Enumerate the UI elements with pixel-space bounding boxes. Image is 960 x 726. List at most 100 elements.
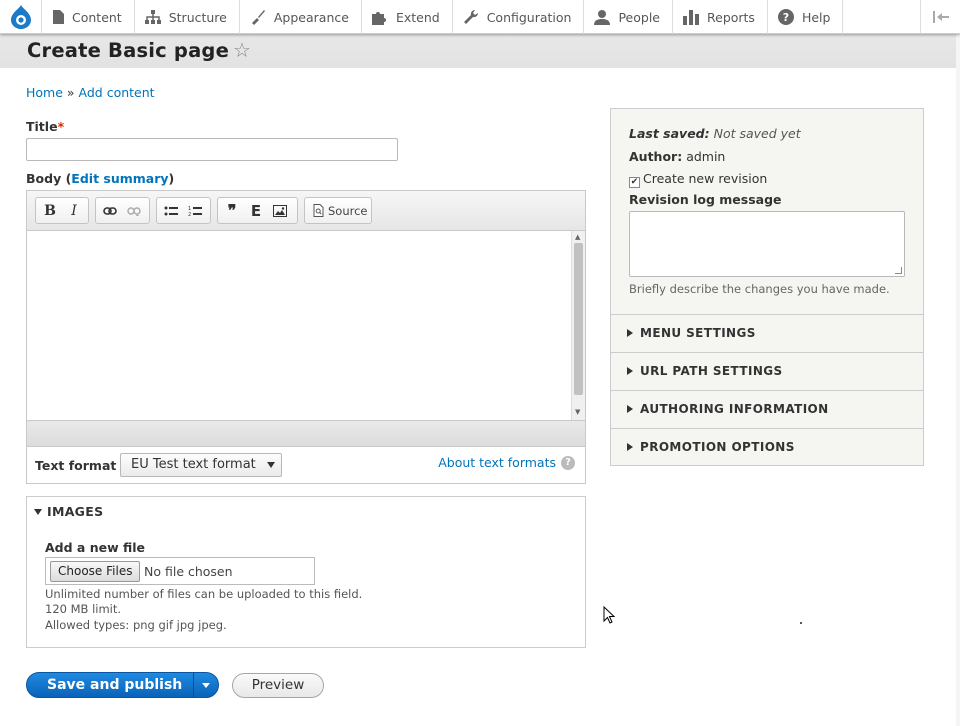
new-revision-checkbox[interactable]: ✔ bbox=[629, 177, 640, 188]
triangle-right-icon bbox=[627, 405, 633, 413]
file-input[interactable]: Choose Files No file chosen bbox=[45, 557, 315, 585]
editor-group-links bbox=[95, 197, 150, 224]
toolbar-item-label: Configuration bbox=[486, 9, 572, 25]
author-label: Author: bbox=[629, 149, 683, 164]
triangle-right-icon bbox=[627, 367, 633, 375]
url-path-settings-section[interactable]: URL PATH SETTINGS bbox=[611, 353, 923, 391]
body-editor: B I 12 ❞ E Source ▲ ▼ Text format EU Tes… bbox=[26, 190, 586, 484]
toolbar-item-people[interactable]: People bbox=[584, 0, 673, 34]
body-label-text: Body bbox=[26, 171, 62, 186]
body-paren-close: ) bbox=[168, 171, 175, 186]
toolbar-item-label: Reports bbox=[707, 9, 755, 25]
embed-button[interactable]: E bbox=[244, 200, 268, 222]
svg-text:2: 2 bbox=[188, 212, 191, 217]
text-format-select[interactable]: EU Test text format bbox=[120, 453, 282, 477]
authoring-information-section[interactable]: AUTHORING INFORMATION bbox=[611, 391, 923, 429]
body-label: Body (Edit summary) bbox=[26, 171, 174, 186]
toolbar-item-label: Structure bbox=[168, 9, 227, 25]
preview-button[interactable]: Preview bbox=[232, 673, 324, 698]
star-icon[interactable]: ☆ bbox=[233, 38, 251, 62]
link-icon[interactable] bbox=[98, 200, 122, 222]
last-saved: Last saved: Not saved yet bbox=[629, 126, 801, 141]
source-button[interactable]: Source bbox=[307, 204, 374, 218]
editor-statusbar bbox=[27, 420, 585, 447]
toolbar-item-structure[interactable]: Structure bbox=[135, 0, 240, 34]
source-button-label: Source bbox=[328, 203, 368, 218]
breadcrumb-add-content-link[interactable]: Add content bbox=[79, 85, 155, 100]
author: Author: admin bbox=[629, 149, 725, 164]
toolbar-item-appearance[interactable]: Appearance bbox=[240, 0, 362, 34]
toolbar-item-help[interactable]: ? Help bbox=[768, 0, 844, 34]
title-label-text: Title bbox=[26, 119, 58, 134]
promotion-options-section[interactable]: PROMOTION OPTIONS bbox=[611, 429, 923, 467]
editor-group-lists: 12 bbox=[156, 197, 211, 224]
mouse-cursor-icon bbox=[603, 605, 616, 628]
image-icon[interactable] bbox=[268, 200, 292, 222]
about-text-formats[interactable]: About text formats ? bbox=[438, 455, 575, 470]
new-revision-label[interactable]: Create new revision bbox=[643, 171, 767, 186]
breadcrumb-home-link[interactable]: Home bbox=[26, 85, 63, 100]
images-legend[interactable]: IMAGES bbox=[34, 504, 103, 519]
section-label: URL PATH SETTINGS bbox=[640, 364, 783, 378]
bulleted-list-icon[interactable] bbox=[159, 200, 183, 222]
unlink-icon[interactable] bbox=[122, 200, 146, 222]
toolbar-item-reports[interactable]: Reports bbox=[673, 0, 768, 34]
triangle-right-icon bbox=[627, 443, 633, 451]
menu-settings-section[interactable]: MENU SETTINGS bbox=[611, 315, 923, 353]
last-saved-label: Last saved: bbox=[629, 126, 710, 141]
person-icon bbox=[594, 10, 611, 25]
toolbar-item-label: Appearance bbox=[273, 9, 349, 25]
page-scrollbar[interactable] bbox=[956, 34, 960, 726]
editor-scrollbar[interactable]: ▲ ▼ bbox=[571, 231, 585, 420]
resize-grip-icon[interactable] bbox=[895, 267, 902, 274]
required-mark: * bbox=[57, 119, 65, 134]
drupal-logo-icon[interactable] bbox=[0, 0, 42, 34]
triangle-down-icon bbox=[34, 509, 42, 515]
add-file-label: Add a new file bbox=[45, 540, 146, 555]
editor-content-area[interactable]: ▲ ▼ bbox=[27, 231, 585, 420]
toolbar-item-label: People bbox=[618, 9, 660, 25]
section-label: AUTHORING INFORMATION bbox=[640, 402, 829, 416]
toolbar-item-extend[interactable]: Extend bbox=[362, 0, 453, 34]
save-and-publish-button[interactable]: Save and publish bbox=[26, 672, 219, 698]
toolbar-collapse-icon[interactable] bbox=[920, 0, 960, 33]
images-legend-text: IMAGES bbox=[47, 504, 104, 519]
numbered-list-icon[interactable]: 12 bbox=[183, 200, 207, 222]
scrollbar-thumb[interactable] bbox=[574, 243, 583, 395]
file-allowed-types: Allowed types: png gif jpg jpeg. bbox=[45, 618, 227, 632]
file-icon bbox=[53, 10, 64, 24]
save-button-label: Save and publish bbox=[47, 677, 183, 693]
svg-text:?: ? bbox=[783, 11, 789, 24]
italic-button[interactable]: I bbox=[62, 200, 86, 222]
meta-sidebar: Last saved: Not saved yet Author: admin … bbox=[610, 108, 924, 466]
last-saved-value: Not saved yet bbox=[713, 126, 801, 141]
file-size-limit: 120 MB limit. bbox=[45, 602, 122, 616]
scroll-up-icon[interactable]: ▲ bbox=[575, 233, 580, 241]
edit-summary-link[interactable]: Edit summary bbox=[71, 171, 168, 186]
about-text-formats-link[interactable]: About text formats bbox=[438, 455, 556, 470]
author-value: admin bbox=[686, 149, 726, 164]
scroll-down-icon[interactable]: ▼ bbox=[575, 408, 580, 416]
revision-hint: Briefly describe the changes you have ma… bbox=[629, 282, 890, 296]
text-format-selected: EU Test text format bbox=[131, 457, 256, 472]
revision-log-label: Revision log message bbox=[629, 192, 782, 207]
page-title: Create Basic page bbox=[27, 39, 230, 62]
title-label: Title* bbox=[26, 119, 64, 134]
editor-group-media: ❞ E bbox=[217, 197, 298, 224]
wrench-icon bbox=[463, 9, 478, 24]
breadcrumb-separator: » bbox=[62, 85, 79, 100]
blockquote-icon[interactable]: ❞ bbox=[220, 200, 244, 222]
caret-down-icon[interactable] bbox=[202, 683, 210, 688]
revision-log-textarea[interactable] bbox=[629, 211, 905, 277]
title-input[interactable] bbox=[26, 138, 398, 161]
toolbar-item-content[interactable]: Content bbox=[42, 0, 135, 34]
section-label: MENU SETTINGS bbox=[640, 326, 756, 340]
choose-files-button[interactable]: Choose Files bbox=[50, 561, 141, 582]
file-description: Unlimited number of files can be uploade… bbox=[45, 587, 363, 601]
text-format-wrapper: Text format EU Test text format About te… bbox=[27, 447, 585, 483]
help-icon[interactable]: ? bbox=[561, 455, 575, 470]
bold-button[interactable]: B bbox=[38, 200, 62, 222]
bar-chart-icon bbox=[683, 9, 699, 25]
toolbar-item-label: Content bbox=[72, 9, 122, 25]
toolbar-item-configuration[interactable]: Configuration bbox=[453, 0, 585, 34]
